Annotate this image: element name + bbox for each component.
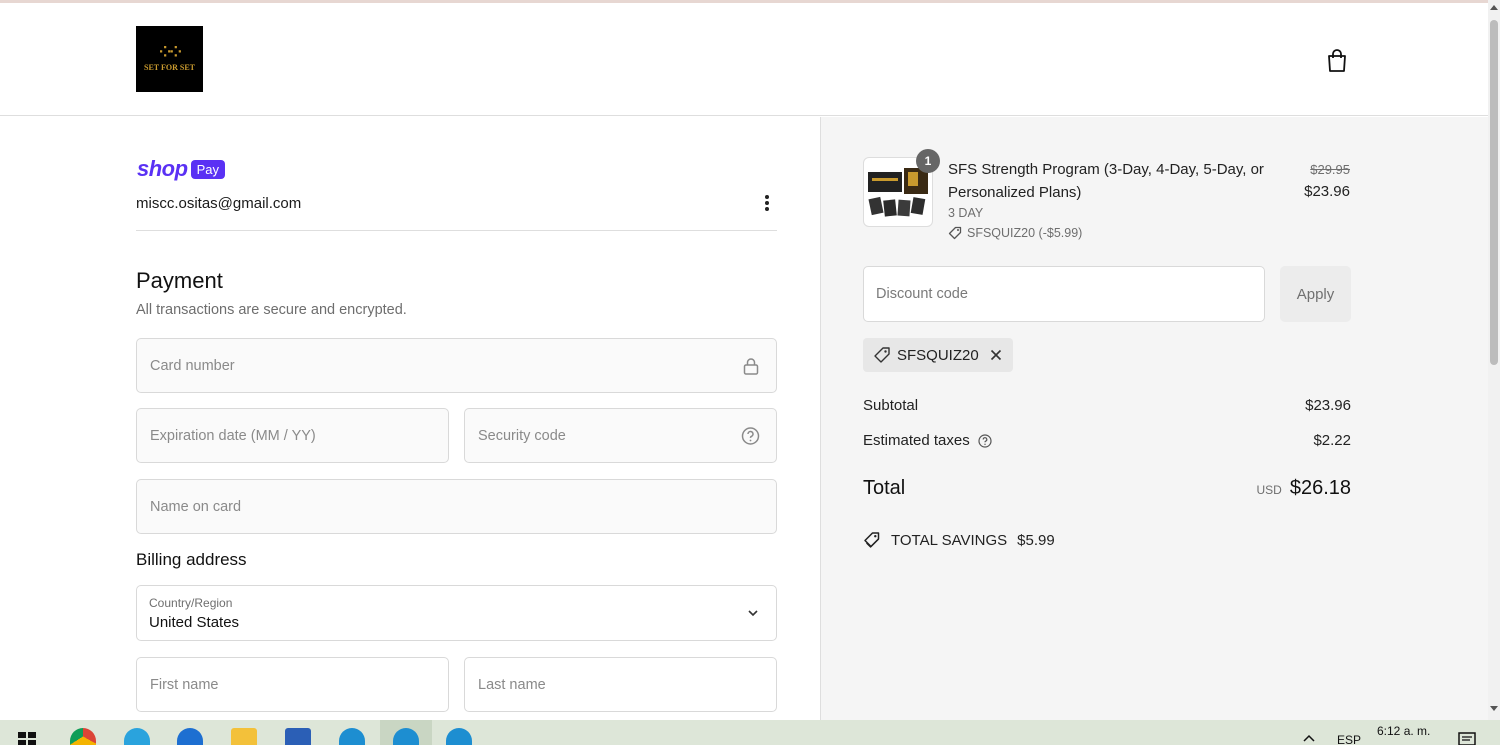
currency-code: USD — [1256, 483, 1282, 497]
subtotal-value: $23.96 — [1305, 397, 1351, 414]
subtotal-row: Subtotal $23.96 — [863, 397, 1351, 414]
discount-code-input[interactable]: Discount code — [863, 266, 1265, 322]
scroll-up-arrow-icon[interactable] — [1490, 5, 1498, 10]
savings-value: $5.99 — [1017, 531, 1055, 549]
first-name-field[interactable]: First name — [136, 657, 449, 712]
edge-icon[interactable] — [177, 728, 203, 745]
original-price: $29.95 — [1310, 162, 1350, 177]
card-number-field[interactable]: Card number — [136, 338, 777, 393]
close-icon[interactable] — [989, 348, 1003, 362]
savings-label: TOTAL SAVINGS — [891, 531, 1008, 549]
order-summary-panel: 1 SFS Strength Program (3-Day, 4-Day, 5-… — [820, 117, 1488, 720]
security-code-field[interactable]: Security code — [464, 408, 777, 463]
first-name-placeholder: First name — [150, 676, 219, 693]
product-variant: 3 DAY — [948, 206, 984, 220]
product-discount-line: SFSQUIZ20 (-$5.99) — [948, 226, 1082, 240]
edge-profile-icon[interactable] — [339, 728, 365, 745]
tag-icon — [864, 532, 880, 548]
product-discount-code: SFSQUIZ20 (-$5.99) — [967, 226, 1083, 240]
payment-subtitle: All transactions are secure and encrypte… — [136, 302, 407, 318]
apply-button[interactable]: Apply — [1280, 266, 1351, 322]
expiration-placeholder: Expiration date (MM / YY) — [150, 427, 316, 444]
logo-text: SET FOR SET — [144, 63, 195, 72]
country-region-label: Country/Region — [149, 596, 233, 610]
pay-badge: Pay — [190, 159, 225, 179]
word-icon[interactable] — [285, 728, 311, 745]
taxes-label: Estimated taxes — [863, 432, 970, 449]
card-number-placeholder: Card number — [150, 357, 235, 374]
name-on-card-field[interactable]: Name on card — [136, 479, 777, 534]
shop-word: shop — [137, 156, 188, 181]
country-region-value: United States — [149, 614, 240, 631]
windows-taskbar: ESP 6:12 a. m. — [0, 720, 1500, 745]
discount-code-placeholder: Discount code — [876, 286, 968, 302]
subtotal-label: Subtotal — [863, 397, 919, 414]
divider — [136, 230, 777, 231]
total-value: $26.18 — [1289, 477, 1351, 499]
country-region-select[interactable]: Country/Region United States — [136, 585, 777, 641]
clock-time[interactable]: 6:12 a. m. — [1377, 724, 1430, 738]
tag-icon — [874, 347, 890, 363]
chrome-icon[interactable] — [70, 728, 96, 745]
payment-title: Payment — [136, 268, 223, 293]
chevron-down-icon — [748, 610, 758, 617]
language-indicator[interactable]: ESP — [1337, 733, 1361, 745]
billing-address-title: Billing address — [136, 550, 247, 569]
last-name-placeholder: Last name — [478, 676, 546, 693]
checkout-form-panel: shop Pay miscc.ositas@gmail.com Payment … — [0, 117, 820, 720]
expiration-date-field[interactable]: Expiration date (MM / YY) — [136, 408, 449, 463]
tag-icon — [948, 226, 962, 240]
name-on-card-placeholder: Name on card — [150, 498, 242, 515]
notification-icon[interactable] — [1458, 732, 1476, 745]
last-name-field[interactable]: Last name — [464, 657, 777, 712]
more-vertical-icon[interactable] — [760, 193, 774, 213]
shop-pay-logo: shop Pay — [137, 156, 225, 182]
account-email: miscc.ositas@gmail.com — [136, 195, 302, 212]
taxes-value: $2.22 — [1313, 432, 1351, 449]
total-savings: TOTAL SAVINGS $5.99 — [863, 531, 1055, 549]
help-circle-icon[interactable] — [741, 426, 760, 445]
windows-start-icon[interactable] — [18, 732, 36, 745]
page-scrollbar[interactable] — [1488, 0, 1500, 720]
security-code-placeholder: Security code — [478, 427, 566, 444]
taxes-row: Estimated taxes $2.22 — [863, 432, 1351, 449]
total-row: Total USD $26.18 — [863, 477, 1351, 500]
quantity-badge: 1 — [916, 149, 940, 173]
scroll-down-arrow-icon[interactable] — [1490, 706, 1498, 711]
product-price: $23.96 — [1304, 183, 1350, 200]
scrollbar-thumb[interactable] — [1490, 20, 1498, 365]
total-label: Total — [863, 477, 906, 499]
help-circle-icon[interactable] — [978, 433, 992, 448]
store-header: ⁘⁘ SET FOR SET — [0, 3, 1488, 116]
product-name: SFS Strength Program (3-Day, 4-Day, 5-Da… — [948, 161, 1264, 201]
file-explorer-icon[interactable] — [231, 728, 257, 745]
store-logo[interactable]: ⁘⁘ SET FOR SET — [136, 26, 203, 92]
chevron-up-icon[interactable] — [1302, 734, 1316, 743]
applied-discount-code: SFSQUIZ20 — [897, 346, 979, 364]
logo-mark-icon: ⁘⁘ — [158, 44, 182, 61]
shopping-bag-icon[interactable] — [1326, 49, 1348, 73]
edge-profile-icon[interactable] — [446, 728, 472, 745]
lock-icon — [743, 357, 759, 375]
applied-discount-chip: SFSQUIZ20 — [863, 338, 1013, 372]
telegram-icon[interactable] — [124, 728, 150, 745]
